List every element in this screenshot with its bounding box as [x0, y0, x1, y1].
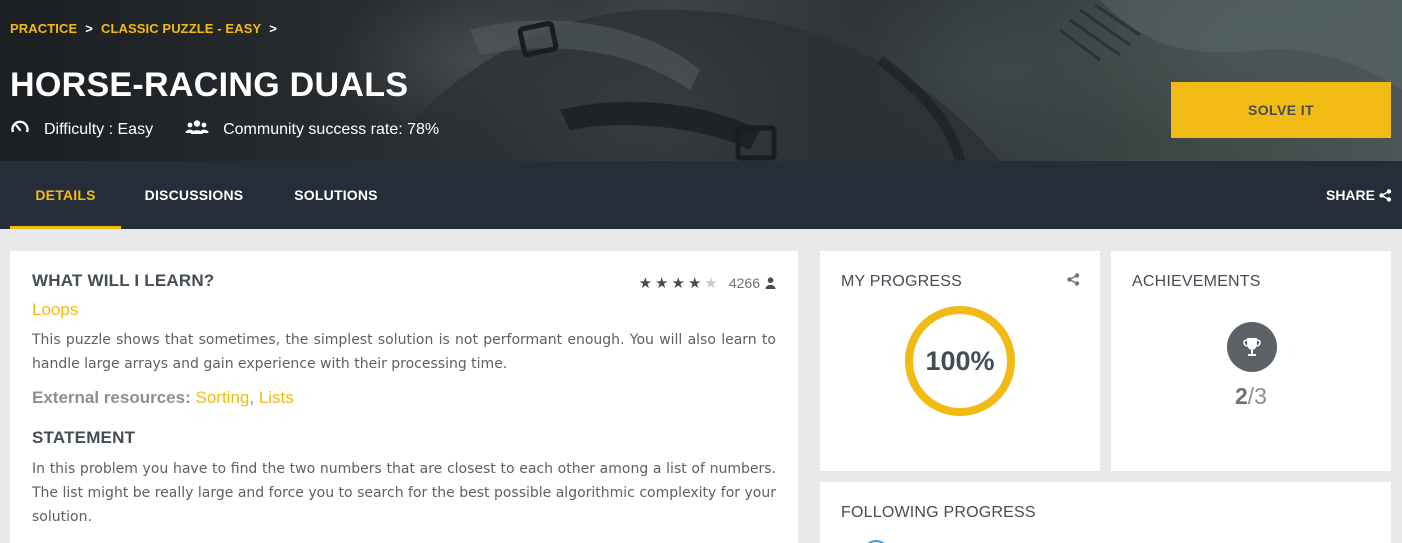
- star-icon: ★: [687, 274, 702, 292]
- share-icon: [1379, 188, 1392, 202]
- external-resources-label: External resources:: [32, 388, 191, 407]
- star-icon: ★: [638, 274, 653, 292]
- rating-stars[interactable]: ★ ★ ★ ★ ★: [639, 276, 721, 291]
- statement-heading: STATEMENT: [32, 428, 136, 447]
- resource-link-lists[interactable]: Lists: [259, 388, 294, 407]
- chevron-right-icon: >: [269, 21, 277, 36]
- progress-percentage: 100%: [925, 345, 995, 376]
- community-icon: [185, 119, 209, 140]
- puzzle-tab-bar: DETAILS DISCUSSIONS SOLUTIONS SHARE: [0, 161, 1402, 229]
- speedometer-icon: [10, 118, 30, 141]
- learn-description: This puzzle shows that sometimes, the si…: [32, 332, 776, 372]
- solve-it-button[interactable]: SOLVE IT: [1171, 82, 1391, 138]
- my-progress-label: MY PROGRESS: [841, 273, 963, 290]
- external-resources: External resources: Sorting, Lists: [32, 388, 294, 407]
- trophy-icon[interactable]: [1227, 322, 1277, 372]
- star-icon: ★: [655, 274, 669, 292]
- achievements-count: 2/3: [1235, 383, 1267, 409]
- statement-text: In this problem you have to find the two…: [32, 461, 776, 525]
- rating-votes: 4266: [728, 275, 760, 291]
- success-rate-text: Community success rate: 78%: [223, 120, 440, 138]
- following-progress-card: FOLLOWING PROGRESS: [820, 482, 1391, 543]
- tab-discussions[interactable]: DISCUSSIONS: [130, 161, 258, 229]
- following-progress-label: FOLLOWING PROGRESS: [841, 504, 1036, 521]
- breadcrumb: PRACTICE > CLASSIC PUZZLE - EASY >: [10, 21, 285, 36]
- achievements-card: ACHIEVEMENTS 2/3: [1111, 251, 1391, 471]
- tab-details[interactable]: DETAILS: [10, 161, 121, 229]
- share-button[interactable]: SHARE: [1326, 161, 1392, 229]
- puzzle-meta: Difficulty : Easy Community success rate…: [10, 118, 439, 141]
- topic-link-loops[interactable]: Loops: [32, 300, 78, 320]
- my-progress-card: MY PROGRESS 100%: [820, 251, 1100, 471]
- resource-link-sorting[interactable]: Sorting: [195, 388, 249, 407]
- star-icon: ★: [704, 274, 718, 292]
- tab-solutions[interactable]: SOLUTIONS: [278, 161, 394, 229]
- puzzle-rating: ★ ★ ★ ★ ★ 4266: [639, 275, 776, 291]
- achievements-label: ACHIEVEMENTS: [1132, 273, 1261, 290]
- breadcrumb-category-link[interactable]: CLASSIC PUZZLE - EASY: [101, 21, 261, 36]
- what-will-i-learn-card: WHAT WILL I LEARN? ★ ★ ★ ★ ★ 4266 Loops …: [10, 251, 798, 543]
- puzzle-hero-banner: PRACTICE > CLASSIC PUZZLE - EASY > HORSE…: [0, 0, 1402, 161]
- difficulty-text: Difficulty : Easy: [44, 120, 154, 138]
- star-icon: ★: [671, 274, 685, 292]
- share-icon[interactable]: [1067, 273, 1080, 286]
- share-label: SHARE: [1325, 187, 1375, 203]
- breadcrumb-practice-link[interactable]: PRACTICE: [10, 21, 77, 36]
- puzzle-title: HORSE-RACING DUALS: [10, 66, 409, 104]
- user-icon: [765, 277, 776, 289]
- chevron-right-icon: >: [85, 21, 93, 36]
